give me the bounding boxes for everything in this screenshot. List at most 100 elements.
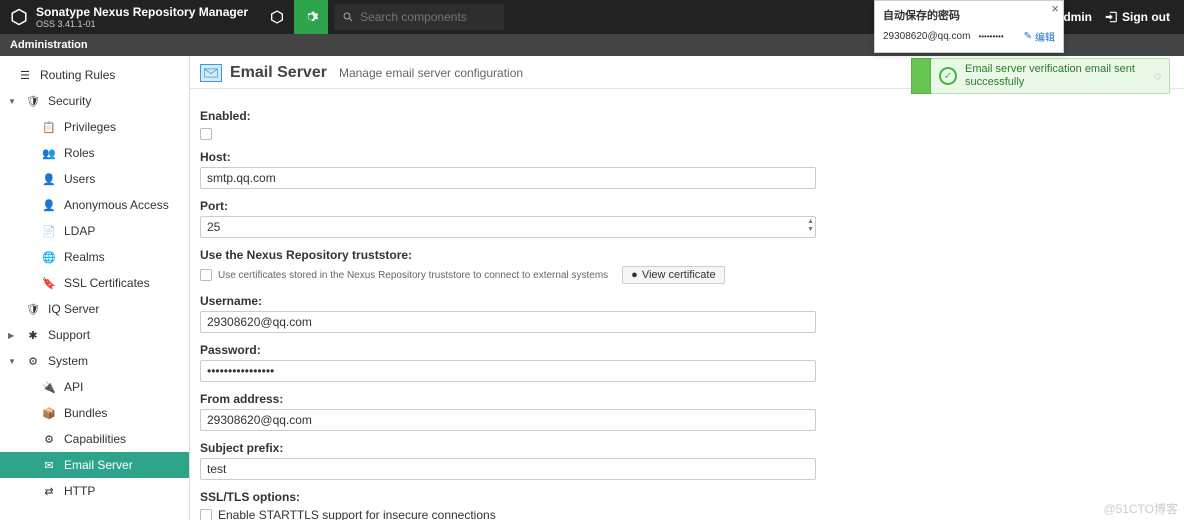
username-label: Username: bbox=[200, 294, 990, 308]
support-icon: ✱ bbox=[26, 328, 40, 342]
popover-close-icon[interactable]: × bbox=[1051, 1, 1059, 16]
item-icon: 👤 bbox=[42, 172, 56, 186]
sidebar-item-ssl-certificates[interactable]: 🔖 SSL Certificates bbox=[0, 270, 189, 296]
page-title: Email Server bbox=[230, 64, 327, 82]
caret-right-icon: ▶ bbox=[8, 331, 16, 340]
password-label: Password: bbox=[200, 343, 990, 357]
item-icon: 📄 bbox=[42, 224, 56, 238]
shield-icon: 🛡 bbox=[26, 94, 40, 108]
host-label: Host: bbox=[200, 150, 990, 164]
admin-button[interactable] bbox=[294, 0, 328, 34]
caret-down-icon: ▼ bbox=[8, 357, 16, 366]
shield-icon: 🛡 bbox=[26, 302, 40, 316]
search-box[interactable] bbox=[334, 4, 504, 30]
enabled-checkbox[interactable] bbox=[200, 128, 212, 140]
sidebar-item-label: Bundles bbox=[64, 406, 107, 420]
sidebar-item-email-server[interactable]: ✉ Email Server bbox=[0, 452, 189, 478]
sign-out-button[interactable]: Sign out bbox=[1104, 10, 1170, 24]
item-icon: ⇄ bbox=[42, 484, 56, 498]
sidebar-item-label: API bbox=[64, 380, 83, 394]
enabled-label: Enabled: bbox=[200, 109, 990, 123]
port-stepper[interactable]: ▲▼ bbox=[807, 218, 814, 234]
truststore-checkbox[interactable] bbox=[200, 269, 212, 281]
saved-password-mask: ••••••••• bbox=[978, 32, 1003, 41]
sidebar-item-capabilities[interactable]: ⚙ Capabilities bbox=[0, 426, 189, 452]
sidebar-item-label: Roles bbox=[64, 146, 95, 160]
gear-icon: ⚙ bbox=[26, 354, 40, 368]
sign-out-label: Sign out bbox=[1122, 10, 1170, 24]
email-form: Enabled: Host: Port: ▲▼ Use the Nexus Re… bbox=[190, 89, 1010, 520]
sidebar: ☰Routing Rules ▼🛡Security 📋Privileges👥Ro… bbox=[0, 56, 190, 520]
search-input[interactable] bbox=[360, 10, 490, 24]
prefix-input[interactable] bbox=[200, 458, 816, 480]
sidebar-item-ldap[interactable]: 📄 LDAP bbox=[0, 218, 189, 244]
item-icon: 📋 bbox=[42, 120, 56, 134]
sidebar-group-system[interactable]: ▼⚙System bbox=[0, 348, 189, 374]
search-icon bbox=[342, 11, 354, 23]
port-label: Port: bbox=[200, 199, 990, 213]
sidebar-item-roles[interactable]: 👥 Roles bbox=[0, 140, 189, 166]
cert-icon: ● bbox=[631, 269, 638, 281]
toast-close-icon[interactable]: ◌ bbox=[1154, 69, 1161, 83]
ssl-checkbox-0[interactable] bbox=[200, 509, 212, 520]
browse-button[interactable] bbox=[260, 0, 294, 34]
from-input[interactable] bbox=[200, 409, 816, 431]
item-icon: 👥 bbox=[42, 146, 56, 160]
item-icon: 🌐 bbox=[42, 250, 56, 264]
ssl-option-label: Enable STARTTLS support for insecure con… bbox=[218, 508, 496, 520]
view-certificate-button[interactable]: ●View certificate bbox=[622, 266, 724, 284]
item-icon: ✉ bbox=[42, 458, 56, 472]
from-label: From address: bbox=[200, 392, 990, 406]
logo-icon bbox=[10, 8, 28, 26]
toast-success: ✓ Email server verification email sentsu… bbox=[930, 58, 1170, 94]
sidebar-group-support[interactable]: ▶✱Support bbox=[0, 322, 189, 348]
item-icon: ⚙ bbox=[42, 432, 56, 446]
sidebar-item-label: HTTP bbox=[64, 484, 95, 498]
saved-password-title: 自动保存的密码 bbox=[883, 7, 1055, 23]
brand-version: OSS 3.41.1-01 bbox=[36, 19, 248, 29]
check-icon: ✓ bbox=[939, 67, 957, 85]
email-icon bbox=[200, 64, 222, 82]
sidebar-item-realms[interactable]: 🌐 Realms bbox=[0, 244, 189, 270]
brand-title: Sonatype Nexus Repository Manager bbox=[36, 6, 248, 19]
sidebar-item-bundles[interactable]: 📦 Bundles bbox=[0, 400, 189, 426]
host-input[interactable] bbox=[200, 167, 816, 189]
sidebar-item-label: Anonymous Access bbox=[64, 198, 169, 212]
sidebar-item-label: Users bbox=[64, 172, 95, 186]
sidebar-item-label: Capabilities bbox=[64, 432, 126, 446]
routing-icon: ☰ bbox=[18, 68, 32, 82]
port-input[interactable] bbox=[200, 216, 816, 238]
saved-password-account: 29308620@qq.com bbox=[883, 31, 970, 42]
sidebar-item-anonymous-access[interactable]: 👤 Anonymous Access bbox=[0, 192, 189, 218]
sidebar-item-label: Realms bbox=[64, 250, 105, 264]
ssl-label: SSL/TLS options: bbox=[200, 490, 990, 504]
gear-icon bbox=[303, 9, 319, 25]
item-icon: 👤 bbox=[42, 198, 56, 212]
saved-password-edit-button[interactable]: ✎编辑 bbox=[1024, 29, 1055, 44]
pencil-icon: ✎ bbox=[1024, 31, 1032, 42]
truststore-hint: Use certificates stored in the Nexus Rep… bbox=[218, 270, 608, 281]
sidebar-item-label: SSL Certificates bbox=[64, 276, 150, 290]
item-icon: 🔖 bbox=[42, 276, 56, 290]
sidebar-item-users[interactable]: 👤 Users bbox=[0, 166, 189, 192]
sidebar-item-iq[interactable]: 🛡IQ Server bbox=[0, 296, 189, 322]
item-icon: 🔌 bbox=[42, 380, 56, 394]
watermark: @51CTO博客 bbox=[1103, 500, 1178, 517]
truststore-label: Use the Nexus Repository truststore: bbox=[200, 248, 990, 262]
signout-icon bbox=[1104, 10, 1118, 24]
sidebar-item-label: Email Server bbox=[64, 458, 133, 472]
item-icon: 📦 bbox=[42, 406, 56, 420]
cube-icon bbox=[269, 9, 285, 25]
sidebar-item-http[interactable]: ⇄ HTTP bbox=[0, 478, 189, 504]
sidebar-item-privileges[interactable]: 📋 Privileges bbox=[0, 114, 189, 140]
password-input[interactable] bbox=[200, 360, 816, 382]
username-input[interactable] bbox=[200, 311, 816, 333]
caret-down-icon: ▼ bbox=[8, 97, 16, 106]
sidebar-item-routing[interactable]: ☰Routing Rules bbox=[0, 62, 189, 88]
sidebar-item-label: LDAP bbox=[64, 224, 95, 238]
sidebar-item-label: Privileges bbox=[64, 120, 116, 134]
page-subtitle: Manage email server configuration bbox=[339, 66, 523, 80]
sidebar-group-security[interactable]: ▼🛡Security bbox=[0, 88, 189, 114]
brand-block: Sonatype Nexus Repository Manager OSS 3.… bbox=[36, 6, 248, 29]
sidebar-item-api[interactable]: 🔌 API bbox=[0, 374, 189, 400]
